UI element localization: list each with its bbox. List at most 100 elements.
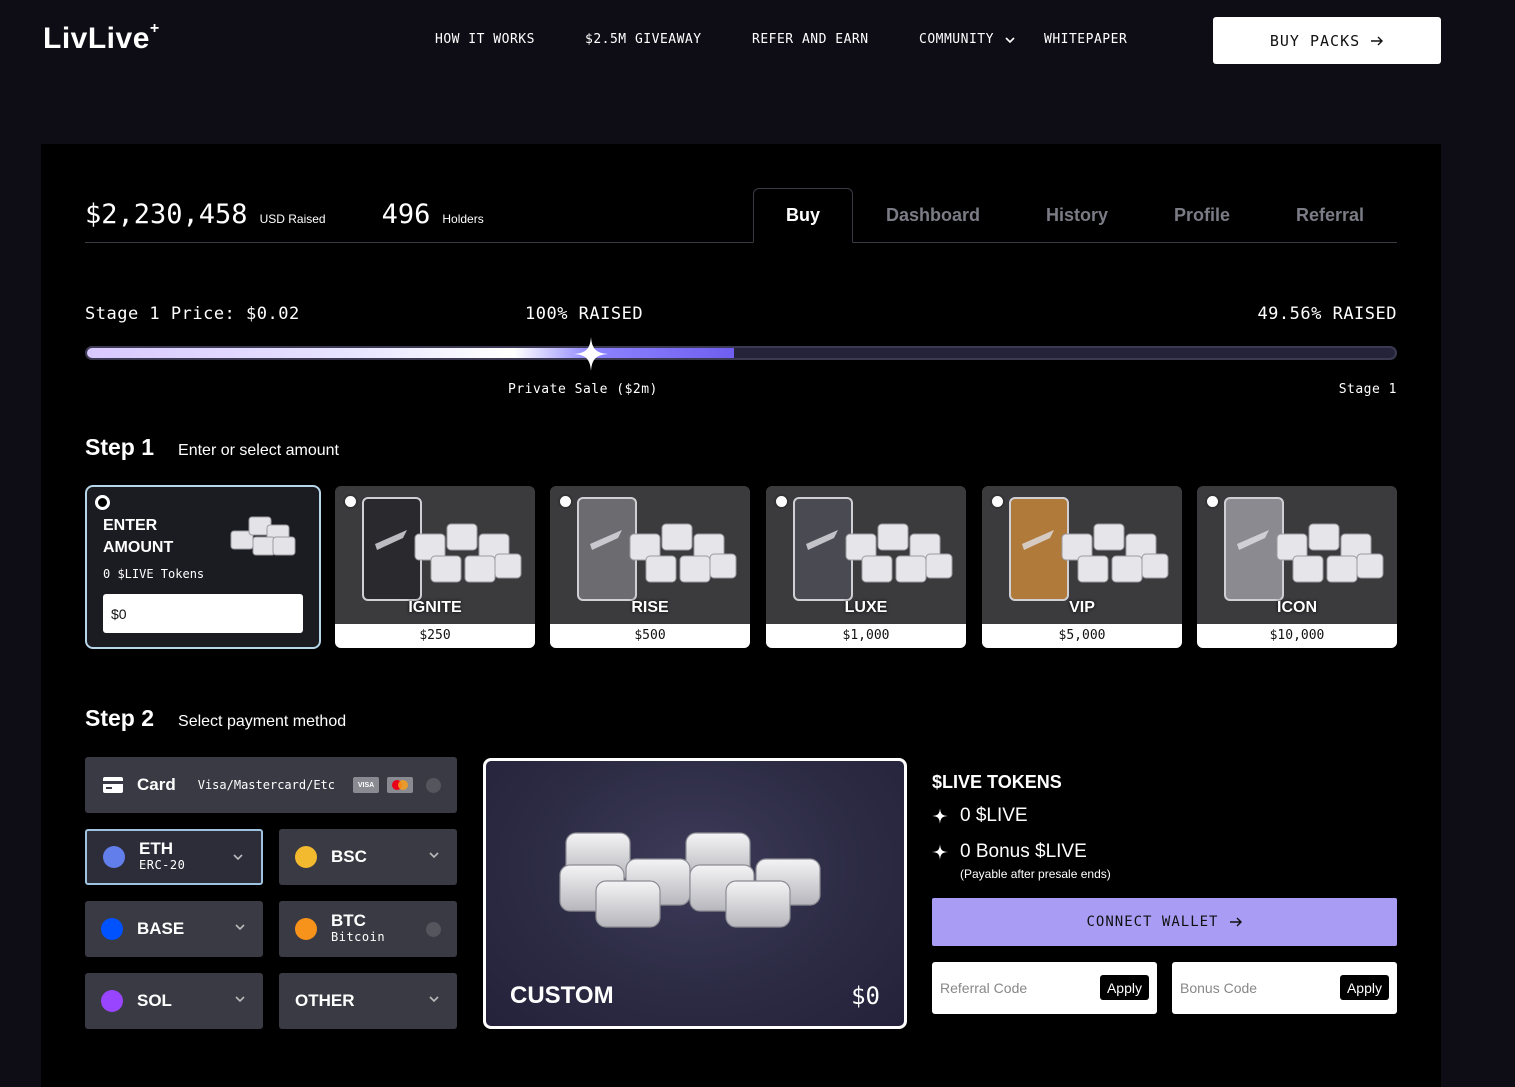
radio-unselected[interactable] [1205,494,1220,509]
pack-price: $250 [335,624,535,648]
sparkle-icon [932,844,948,860]
pack-name: LUXE [844,599,888,616]
nav-community[interactable]: COMMUNITY [919,32,1044,47]
pay-option-eth[interactable]: ETH ERC-20 [85,829,263,885]
step1-subtitle: Enter or select amount [178,442,339,459]
holders-label: Holders [442,212,484,226]
arrow-right-icon [1371,36,1384,45]
logo-text: LivLive [43,22,150,55]
pack-art-icon [362,497,522,601]
credit-card-icon [103,777,123,793]
custom-value: $0 [851,982,880,1010]
pay-option-sol[interactable]: SOL [85,973,263,1029]
summary-heading: $LIVE TOKENS [932,772,1062,792]
step1-heading: Step 1 Enter or select amount [85,434,339,461]
custom-preview-card: CUSTOM $0 [483,758,907,1029]
chevron-down-icon [1005,36,1015,43]
pay-card-option[interactable]: Card Visa/Mastercard/Etc VISA [85,757,457,813]
sol-icon [101,990,123,1012]
radio-unselected[interactable] [990,494,1005,509]
summary-tokens-row: 0 $LIVE [932,805,1397,827]
progress-marker-icon [574,337,608,371]
bonus-code-box: Apply [1172,962,1397,1014]
tab-history[interactable]: History [1013,188,1141,243]
pack-name: IGNITE [408,599,462,616]
chevron-down-icon [429,852,439,859]
pack-name: RISE [631,599,669,616]
pay-option-bsc[interactable]: BSC [279,829,457,885]
tab-profile[interactable]: Profile [1141,188,1263,243]
tab-referral[interactable]: Referral [1263,188,1397,243]
stage-1-label: Stage 1 [1338,382,1397,397]
custom-label: CUSTOM [510,982,614,1009]
radio-unselected[interactable] [558,494,573,509]
raise-progress-bar [85,346,1397,360]
pack-card-ignite[interactable]: IGNITE $250 [335,486,535,648]
summary-bonus: 0 Bonus $LIVE [960,841,1087,862]
bonus-code-input[interactable] [1180,976,1330,1000]
pay-option-base[interactable]: BASE [85,901,263,957]
enter-amount-card[interactable]: ENTER AMOUNT 0 $LIVE Tokens [85,485,321,649]
apply-bonus-button[interactable]: Apply [1339,975,1389,1000]
base-icon [101,918,123,940]
token-summary: $LIVE TOKENS 0 $LIVE 0 Bonus $LIVE (Paya… [932,772,1397,881]
chevron-down-icon [429,996,439,1003]
step2-title: Step 2 [85,705,155,731]
radio-unselected[interactable] [426,922,441,937]
pay-option-label: OTHER [295,991,355,1010]
pack-name: VIP [1069,599,1095,616]
tab-buy[interactable]: Buy [753,188,853,243]
amount-input[interactable] [103,594,303,633]
nav-whitepaper[interactable]: WHITEPAPER [1044,32,1127,47]
nav-refer-and-earn[interactable]: REFER AND EARN [752,32,919,47]
top-nav: LivLive+ HOW IT WORKS $2.5M GIVEAWAY REF… [0,0,1515,80]
nav-how-it-works[interactable]: HOW IT WORKS [435,32,585,47]
pack-card-luxe[interactable]: LUXE $1,000 [766,486,966,648]
pack-card-vip[interactable]: VIP $5,000 [982,486,1182,648]
raised-value: $2,230,458 [85,199,248,230]
pack-art-icon [1224,497,1384,601]
pay-option-other[interactable]: OTHER [279,973,457,1029]
private-sale-label: Private Sale ($2m) [508,382,658,397]
pack-price: $10,000 [1197,624,1397,648]
stats-row: $2,230,458 USD Raised 496 Holders [85,199,484,230]
pack-price: $500 [550,624,750,648]
pack-art-icon [577,497,737,601]
radio-unselected[interactable] [343,494,358,509]
pack-art-icon [793,497,953,601]
token-cluster-icon [559,832,821,928]
enter-amount-tokens: 0 $LIVE Tokens [103,567,205,581]
pack-card-rise[interactable]: RISE $500 [550,486,750,648]
apply-referral-button[interactable]: Apply [1099,975,1149,1000]
radio-selected[interactable] [95,495,110,510]
tab-dashboard[interactable]: Dashboard [853,188,1013,243]
logo-mark: + [149,20,160,37]
referral-code-box: Apply [932,962,1157,1014]
sparkle-icon [932,808,948,824]
connect-wallet-button[interactable]: CONNECT WALLET [932,898,1397,946]
buy-packs-button[interactable]: BUY PACKS [1213,17,1441,64]
summary-bonus-row: 0 Bonus $LIVE [932,841,1397,863]
pack-price: $5,000 [982,624,1182,648]
chevron-down-icon [235,924,245,931]
visa-icon: VISA [353,777,379,793]
summary-note: (Payable after presale ends) [960,867,1111,881]
enter-amount-title: ENTER AMOUNT [103,517,174,556]
pack-card-icon[interactable]: ICON $10,000 [1197,486,1397,648]
pay-option-btc[interactable]: BTC Bitcoin [279,901,457,957]
chevron-down-icon [233,854,243,861]
radio-unselected[interactable] [426,778,441,793]
btc-icon [295,918,317,940]
pay-card-label: Card [137,775,176,794]
logo[interactable]: LivLive+ [43,20,160,56]
summary-tokens: 0 $LIVE [960,805,1028,826]
radio-unselected[interactable] [774,494,789,509]
nav-giveaway[interactable]: $2.5M GIVEAWAY [585,32,752,47]
pay-option-label: BTC Bitcoin [331,911,386,944]
pack-art-icon [1009,497,1169,601]
nav-links: HOW IT WORKS $2.5M GIVEAWAY REFER AND EA… [435,32,1127,47]
arrow-right-icon [1229,917,1242,927]
stage-raised: 49.56% RAISED [1257,304,1397,324]
tab-bar: Buy Dashboard History Profile Referral [753,188,1397,243]
referral-code-input[interactable] [940,976,1090,1000]
